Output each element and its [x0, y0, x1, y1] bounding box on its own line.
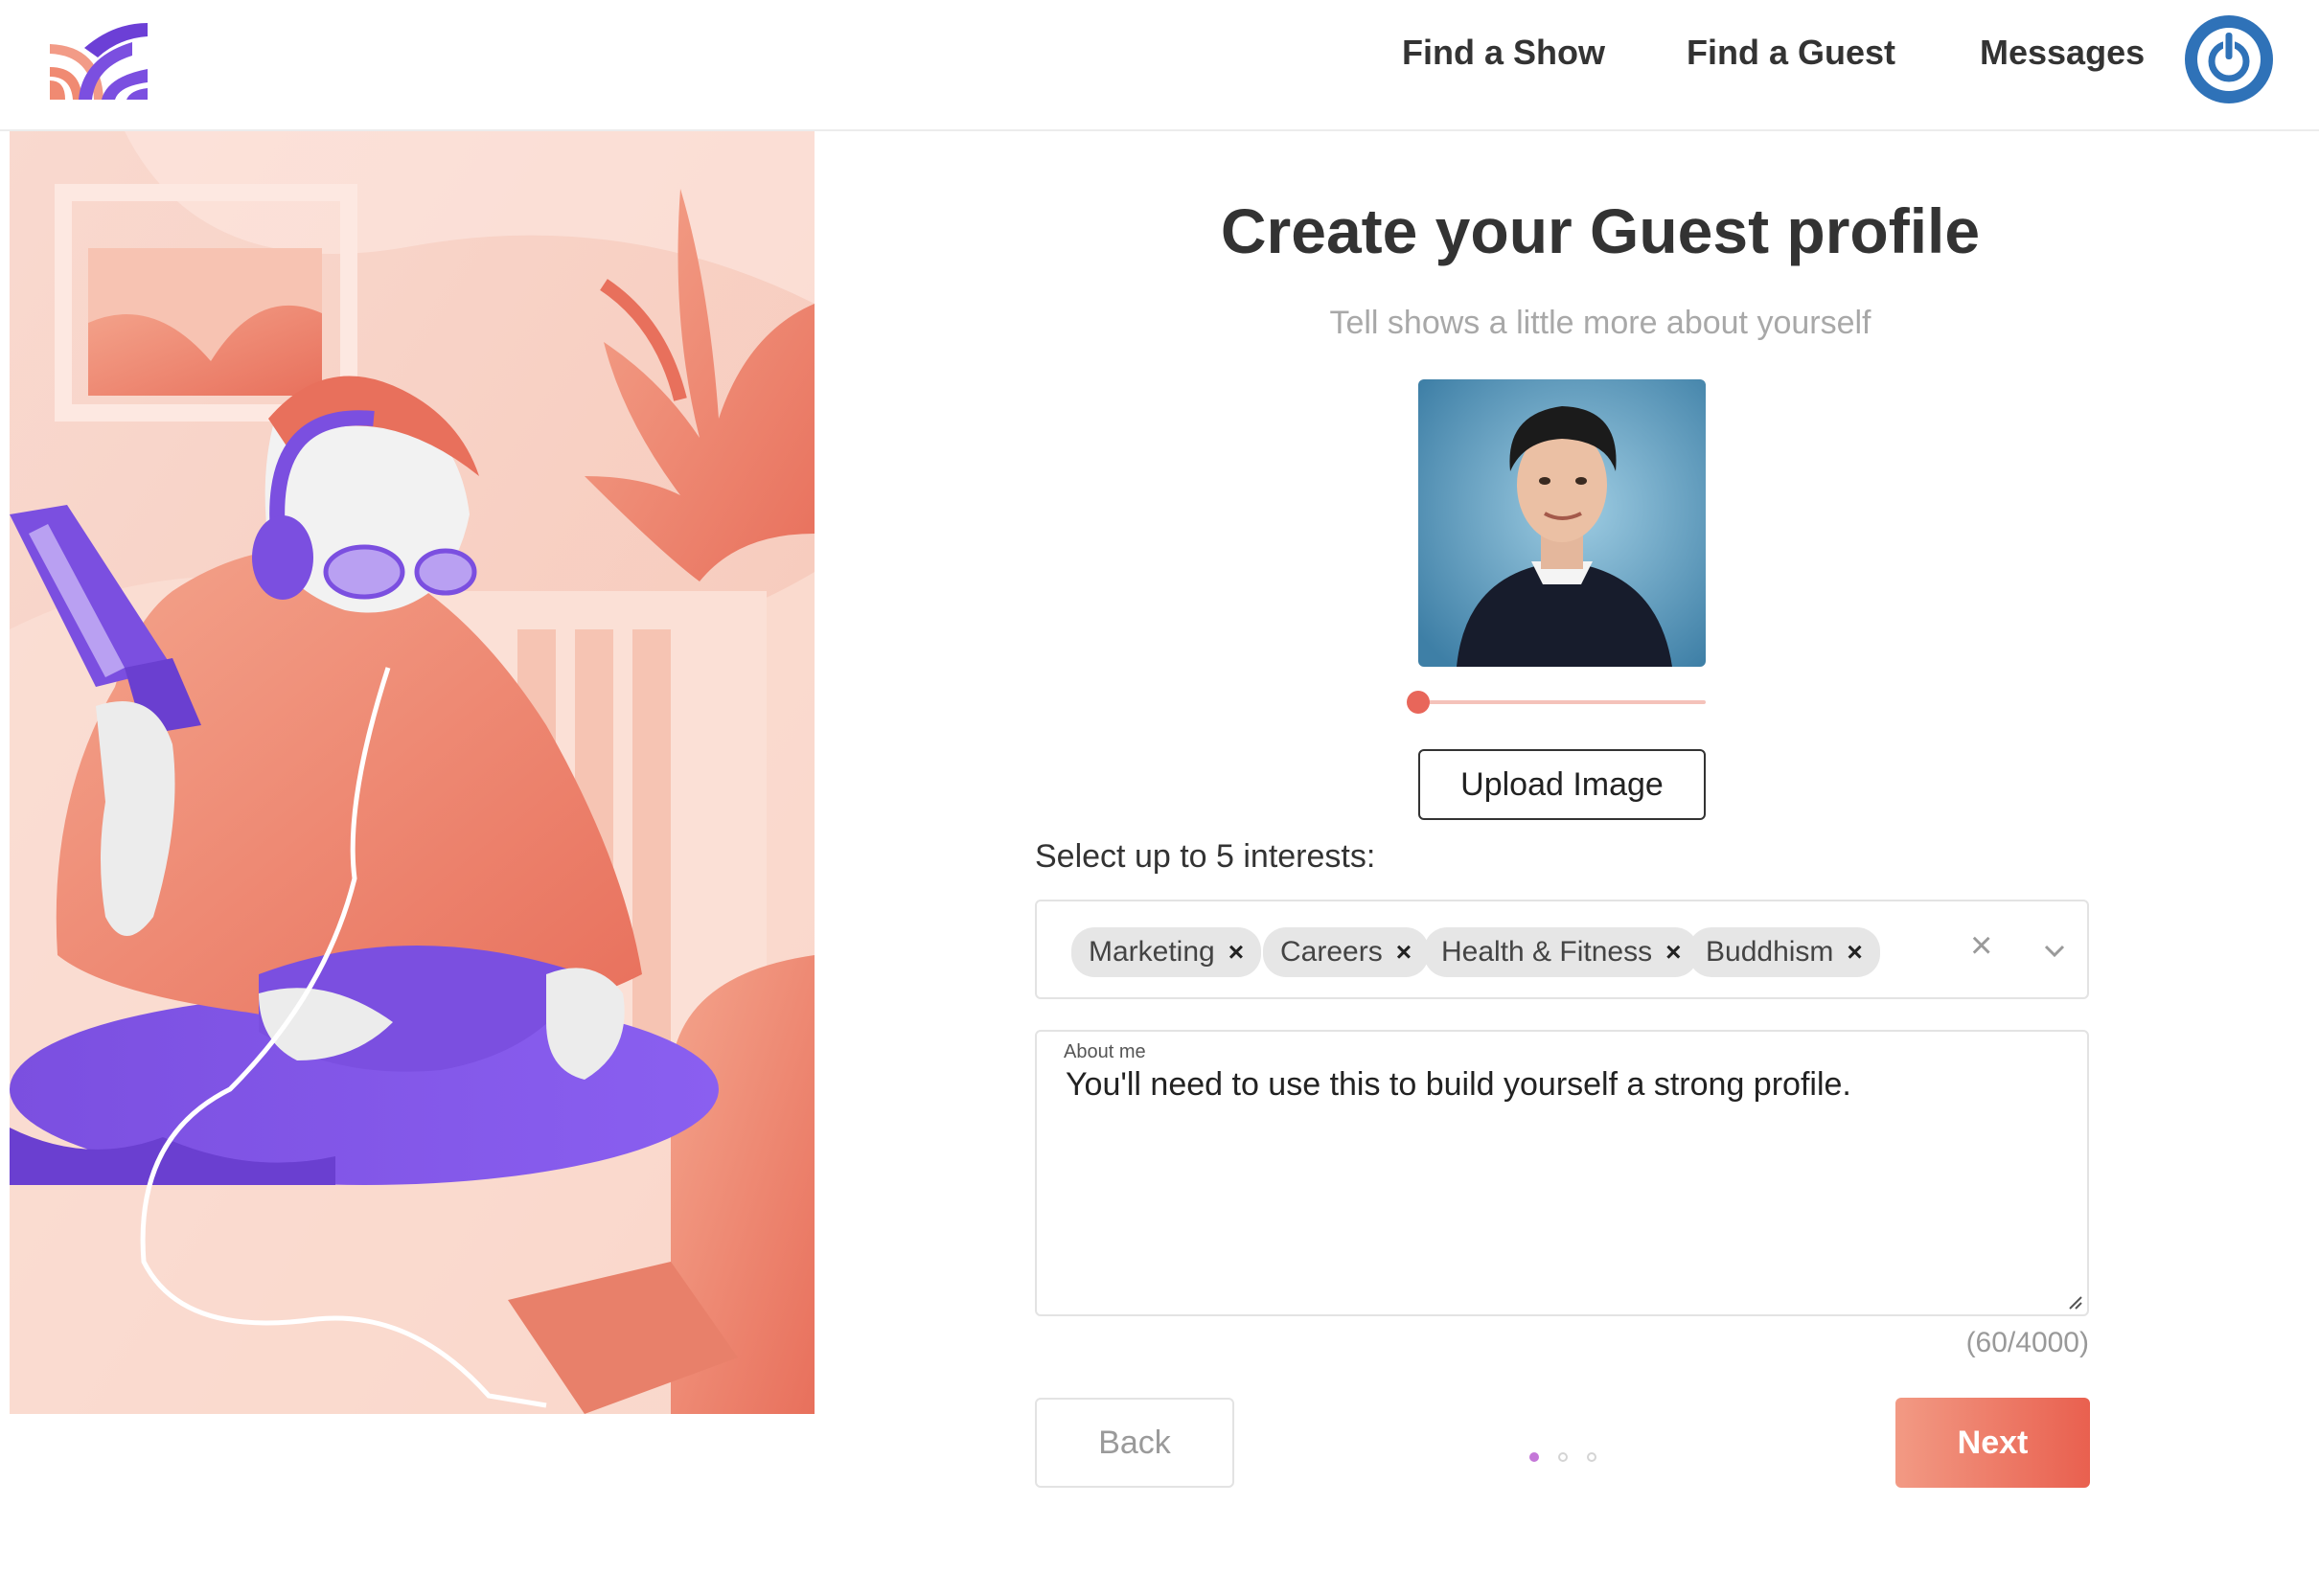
- interest-chip: Marketing ×: [1071, 927, 1262, 977]
- account-menu-button[interactable]: [2185, 15, 2273, 103]
- power-icon: [2191, 21, 2267, 98]
- chevron-down-icon[interactable]: [2043, 940, 2066, 963]
- about-me-textarea[interactable]: About me You'll need to use this to buil…: [1035, 1030, 2089, 1316]
- page-subtitle: Tell shows a little more about yourself: [1329, 305, 1871, 341]
- about-me-value[interactable]: You'll need to use this to build yoursel…: [1066, 1066, 1851, 1104]
- nav-messages[interactable]: Messages: [1980, 33, 2145, 73]
- back-button[interactable]: Back: [1035, 1398, 1234, 1488]
- character-counter: (60/4000): [1965, 1327, 2089, 1358]
- interests-multiselect[interactable]: Marketing × Careers × Health & Fitness ×…: [1035, 900, 2089, 999]
- remove-chip-icon[interactable]: ×: [1396, 937, 1412, 968]
- resize-handle-icon[interactable]: [2068, 1295, 2083, 1311]
- interest-chip: Health & Fitness ×: [1424, 927, 1699, 977]
- remove-chip-icon[interactable]: ×: [1847, 937, 1862, 968]
- top-nav-bar: Find a Show Find a Guest Messages: [0, 0, 2319, 131]
- interest-chip: Careers ×: [1263, 927, 1430, 977]
- zoom-slider-handle[interactable]: [1407, 691, 1430, 714]
- next-button[interactable]: Next: [1895, 1398, 2090, 1488]
- step-dot: [1587, 1452, 1596, 1462]
- remove-chip-icon[interactable]: ×: [1665, 937, 1681, 968]
- nav-find-a-guest[interactable]: Find a Guest: [1687, 33, 1895, 73]
- step-dot-active: [1529, 1452, 1539, 1462]
- interest-chip-label: Marketing: [1089, 936, 1215, 968]
- interest-chip-label: Health & Fitness: [1441, 936, 1653, 968]
- clear-all-icon[interactable]: ×: [1970, 924, 1992, 968]
- profile-photo-preview[interactable]: [1418, 379, 1706, 667]
- remove-chip-icon[interactable]: ×: [1228, 937, 1244, 968]
- about-me-label: About me: [1064, 1041, 1146, 1062]
- hero-illustration: [10, 131, 815, 1414]
- interest-chip-label: Careers: [1280, 936, 1383, 968]
- page-title: Create your Guest profile: [1220, 195, 1981, 266]
- profile-photo-image: [1418, 379, 1706, 667]
- interest-chip-label: Buddhism: [1706, 936, 1834, 968]
- interests-label: Select up to 5 interests:: [1035, 838, 1376, 875]
- interest-chip: Buddhism ×: [1688, 927, 1880, 977]
- zoom-slider-track[interactable]: [1418, 700, 1706, 704]
- step-indicator: [1529, 1452, 1606, 1464]
- upload-image-button[interactable]: Upload Image: [1418, 749, 1706, 820]
- brand-logo-icon[interactable]: [46, 19, 153, 100]
- step-dot: [1558, 1452, 1568, 1462]
- nav-find-a-show[interactable]: Find a Show: [1402, 33, 1605, 73]
